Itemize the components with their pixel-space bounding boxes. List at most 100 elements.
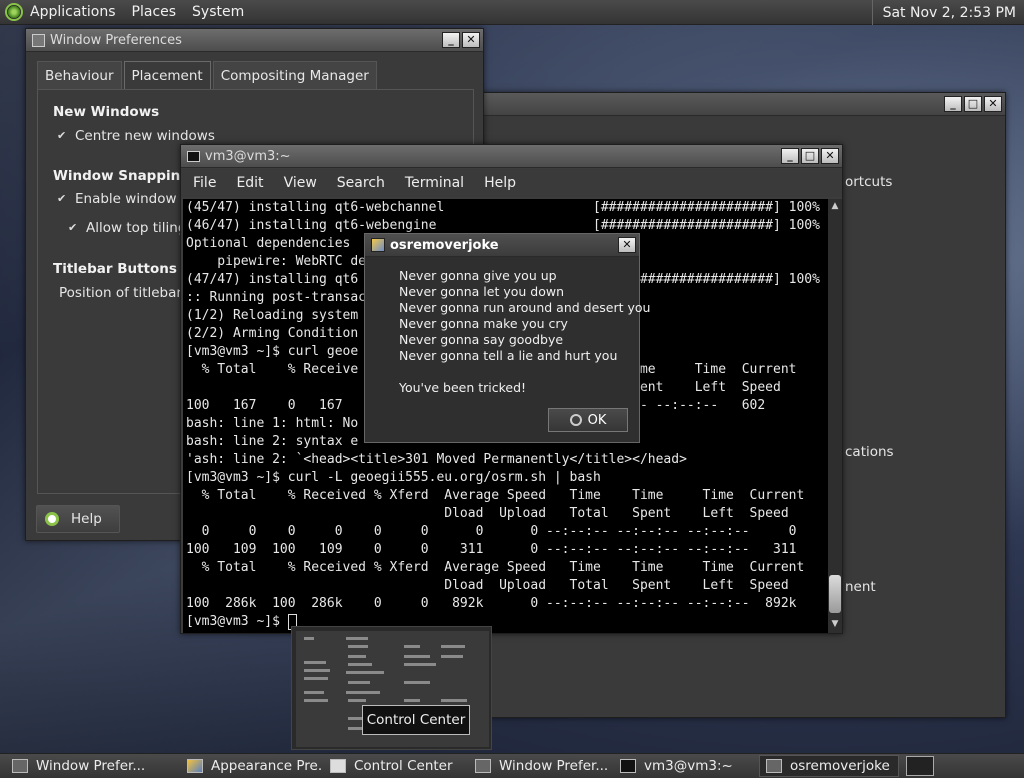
control-center-tooltip: Control Center <box>362 705 470 735</box>
taskbar-item-window-preferences-2[interactable]: Window Prefer... <box>469 755 611 777</box>
message-line: Never gonna let you down <box>399 284 565 299</box>
position-of-titlebar-label: Position of titlebar b <box>59 285 195 301</box>
terminal-line: 100 286k 100 286k 0 0 892k 0 --:--:-- --… <box>186 596 797 611</box>
control-center-titlebar[interactable]: _ □ ✕ <box>481 93 1005 116</box>
system-menu[interactable]: System <box>192 4 244 20</box>
preview-detail <box>441 699 467 702</box>
help-label: Help <box>71 511 102 527</box>
minimize-button[interactable]: _ <box>442 32 460 48</box>
allow-top-tiling-checkbox[interactable]: ✔ Allow top tiling <box>68 220 186 236</box>
ok-label: OK <box>587 412 607 428</box>
ok-check-icon <box>569 414 582 426</box>
terminal-line: bash: line 2: syntax e <box>186 434 359 449</box>
tab-behaviour[interactable]: Behaviour <box>37 61 122 89</box>
message-line: Never gonna give you up <box>399 268 557 283</box>
message-line: Never gonna tell a lie and hurt you <box>399 348 618 363</box>
cc-fragment-applications[interactable]: cations <box>845 444 894 460</box>
window-controls: _ □ ✕ <box>944 96 1002 112</box>
close-button[interactable]: ✕ <box>462 32 480 48</box>
terminal-icon <box>620 759 636 773</box>
preview-detail <box>404 645 420 648</box>
section-window-snapping: Window Snapping <box>53 168 190 184</box>
menu-view[interactable]: View <box>284 175 317 191</box>
terminal-line: 0 0 0 0 0 0 0 0 --:--:-- --:--:-- --:--:… <box>186 524 797 539</box>
cc-fragment-shortcuts[interactable]: ortcuts <box>845 174 892 190</box>
preview-detail <box>441 645 465 648</box>
close-button[interactable]: ✕ <box>984 96 1002 112</box>
preview-detail <box>304 637 314 640</box>
taskbar-item-terminal[interactable]: vm3@vm3:~ <box>614 755 756 777</box>
panel-menus: Applications Places System <box>0 0 265 25</box>
terminal-line: :: Running post-transac <box>186 290 367 305</box>
terminal-scrollbar[interactable]: ▲ ▼ <box>828 199 842 633</box>
terminal-line: Dload Upload Total Spent Left Speed <box>186 578 789 593</box>
menu-edit[interactable]: Edit <box>236 175 263 191</box>
tab-placement[interactable]: Placement <box>123 61 211 89</box>
window-icon <box>475 759 491 773</box>
top-panel: Applications Places System Sat Nov 2, 2:… <box>0 0 1024 25</box>
terminal-line: bash: line 1: html: No <box>186 416 359 431</box>
menu-search[interactable]: Search <box>337 175 385 191</box>
show-desktop-icon[interactable] <box>906 756 934 776</box>
taskbar-item-window-preferences-1[interactable]: Window Prefer... <box>6 755 178 777</box>
scrollbar-thumb[interactable] <box>829 575 841 613</box>
ok-button[interactable]: OK <box>548 408 628 432</box>
menu-help[interactable]: Help <box>484 175 516 191</box>
preview-detail <box>348 655 366 658</box>
terminal-menubar: File Edit View Search Terminal Help <box>181 169 842 197</box>
enable-window-tiling-checkbox[interactable]: ✔ Enable window tili <box>57 191 197 207</box>
taskbar-item-label: Window Prefer... <box>499 758 609 774</box>
preview-detail <box>304 677 328 680</box>
places-menu[interactable]: Places <box>132 4 177 20</box>
option-label: Position of titlebar b <box>59 285 195 301</box>
window-controls: ✕ <box>618 237 636 253</box>
terminal-line: 'ash: line 2: `<head><title>301 Moved Pe… <box>186 452 687 467</box>
distro-logo-icon[interactable] <box>5 3 23 21</box>
preview-detail <box>304 699 328 702</box>
menu-file[interactable]: File <box>193 175 216 191</box>
scroll-up-arrow-icon[interactable]: ▲ <box>830 201 840 211</box>
terminal-line: % Total % Received % Xferd Average Speed… <box>186 488 805 503</box>
tab-compositing-manager[interactable]: Compositing Manager <box>212 61 377 89</box>
help-button[interactable]: Help <box>36 505 120 533</box>
window-icon <box>12 759 28 773</box>
terminal-line: [vm3@vm3 ~]$ curl -L geoegii555.eu.org/o… <box>186 470 601 485</box>
appearance-icon <box>187 759 203 773</box>
panel-clock[interactable]: Sat Nov 2, 2:53 PM <box>871 0 1024 25</box>
window-preferences-titlebar[interactable]: Window Preferences _ ✕ <box>26 29 483 52</box>
applications-menu[interactable]: Applications <box>30 4 116 20</box>
terminal-line: % Total % Received % Xferd Average Speed… <box>186 560 805 575</box>
preview-detail <box>304 661 326 664</box>
minimize-button[interactable]: _ <box>944 96 962 112</box>
terminal-line: Optional dependencies <box>186 236 351 251</box>
option-label: Enable window tili <box>75 191 198 207</box>
taskbar-item-control-center[interactable]: Control Center <box>324 755 466 777</box>
close-button[interactable]: ✕ <box>821 148 839 164</box>
maximize-button[interactable]: □ <box>801 148 819 164</box>
terminal-titlebar[interactable]: vm3@vm3:~ _ □ ✕ <box>181 145 842 168</box>
preview-detail <box>441 655 463 658</box>
taskbar-item-appearance-preferences[interactable]: Appearance Pre... <box>181 755 321 777</box>
close-button[interactable]: ✕ <box>618 237 636 253</box>
terminal-line: (2/2) Arming Condition <box>186 326 359 341</box>
terminal-line: (45/47) installing qt6-webchannel [#####… <box>186 200 820 215</box>
message-line: Never gonna make you cry <box>399 316 568 331</box>
terminal-app-icon <box>187 150 200 162</box>
minimize-button[interactable]: _ <box>781 148 799 164</box>
checkmark-icon: ✔ <box>57 129 67 142</box>
menu-terminal[interactable]: Terminal <box>405 175 464 191</box>
scroll-down-arrow-icon[interactable]: ▼ <box>830 619 840 629</box>
message-line: Never gonna say goodbye <box>399 332 564 347</box>
taskbar-item-osremoverjoke[interactable]: osremoverjoke <box>759 755 899 777</box>
dialog-titlebar[interactable]: osremoverjoke ✕ <box>365 234 639 257</box>
terminal-line: [vm3@vm3 ~]$ curl geoe <box>186 344 359 359</box>
preview-detail <box>348 645 368 648</box>
dialog-title: osremoverjoke <box>390 237 499 253</box>
section-titlebar-buttons: Titlebar Buttons <box>53 261 177 277</box>
preview-detail <box>304 669 330 672</box>
centre-new-windows-checkbox[interactable]: ✔ Centre new windows <box>57 128 215 144</box>
preview-detail <box>346 637 368 640</box>
cc-fragment-management[interactable]: nent <box>845 579 876 595</box>
maximize-button[interactable]: □ <box>964 96 982 112</box>
osremoverjoke-dialog[interactable]: osremoverjoke ✕ Never gonna give you up … <box>364 233 650 443</box>
